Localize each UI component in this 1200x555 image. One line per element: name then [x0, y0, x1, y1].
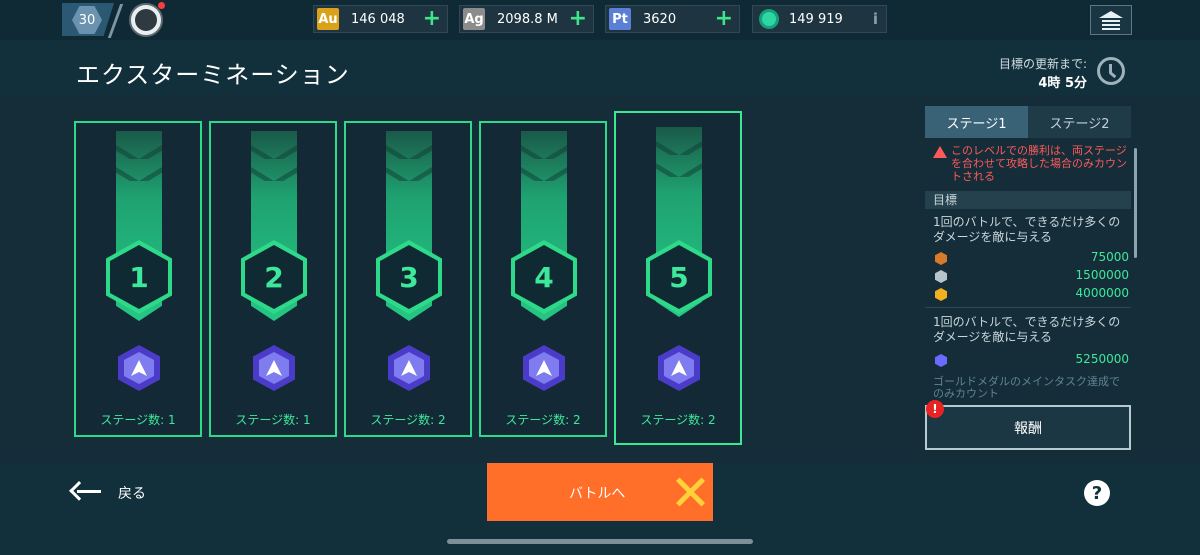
stage-count: ステージ数: 1: [100, 413, 176, 427]
clock-icon[interactable]: [1097, 57, 1125, 85]
silver-medal-icon: [935, 270, 947, 283]
medal-icon: [388, 345, 430, 391]
medal-icon: [118, 345, 160, 391]
help-button[interactable]: ?: [1084, 480, 1110, 506]
chevron-icon: [251, 167, 297, 181]
chevron-icon: [116, 145, 162, 159]
gold-medal-icon: [935, 288, 947, 301]
battle-label: バトルへ: [569, 486, 626, 502]
plus-icon[interactable]: +: [423, 8, 441, 30]
refresh-label: 目標の更新まで:: [998, 57, 1087, 71]
tier-row: 75000: [933, 250, 1129, 266]
stage-card-4[interactable]: 4 ステージ数: 2: [479, 121, 607, 437]
platinum-medal-icon: [935, 354, 947, 367]
back-arrow-icon[interactable]: [69, 478, 102, 506]
gold-value: 146 048: [351, 11, 405, 27]
plus-icon[interactable]: +: [569, 8, 587, 30]
back-button[interactable]: 戻る: [118, 483, 146, 503]
objective-1-text: 1回のバトルで、できるだけ多くのダメージを敵に与える: [933, 215, 1121, 244]
objectives-panel[interactable]: このレベルでの勝利は、両ステージを合わせて攻略した場合のみカウントされる 目標 …: [925, 140, 1131, 398]
gold-icon: Au: [317, 8, 339, 30]
home-button[interactable]: [1090, 5, 1132, 35]
chevron-icon: [656, 163, 702, 177]
home-icon: [1099, 11, 1123, 30]
warning-text: このレベルでの勝利は、両ステージを合わせて攻略した場合のみカウントされる: [951, 144, 1127, 183]
stage-tabs: ステージ1 ステージ2: [925, 106, 1131, 138]
gem-icon: [759, 9, 779, 29]
reward-button[interactable]: 報酬: [925, 405, 1131, 450]
silver-icon: Ag: [463, 8, 485, 30]
chevron-icon: [116, 167, 162, 181]
crossed-swords-icon: [672, 474, 708, 510]
objective-2-text: 1回のバトルで、できるだけ多くのダメージを敵に与える: [933, 315, 1121, 344]
alert-icon: !: [926, 400, 944, 418]
tab-stage-2[interactable]: ステージ2: [1028, 106, 1131, 138]
tier-row: 5250000: [933, 352, 1129, 368]
notification-dot: [158, 2, 165, 9]
top-bar: [0, 0, 1200, 40]
stage-card-2[interactable]: 2 ステージ数: 1: [209, 121, 337, 437]
stage-count: ステージ数: 1: [235, 413, 311, 427]
gem-value: 149 919: [789, 11, 843, 27]
info-icon[interactable]: i: [873, 10, 878, 28]
platinum-value: 3620: [643, 11, 677, 27]
plus-icon[interactable]: +: [715, 8, 733, 30]
currency-au[interactable]: Au 146 048 +: [313, 5, 448, 33]
divider: [925, 307, 1131, 308]
bronze-medal-icon: [935, 252, 947, 265]
medal-icon: [253, 345, 295, 391]
stage-card-5[interactable]: 5 ステージ数: 2: [614, 111, 742, 445]
tier-value: 5250000: [1075, 352, 1129, 366]
platinum-icon: Pt: [609, 8, 631, 30]
home-indicator[interactable]: [447, 539, 753, 544]
tier-value: 4000000: [1075, 286, 1129, 300]
currency-ag[interactable]: Ag 2098.8 M +: [459, 5, 594, 33]
tier-row: 4000000: [933, 286, 1129, 302]
warning-message: このレベルでの勝利は、両ステージを合わせて攻略した場合のみカウントされる: [933, 144, 1128, 183]
tab-stage-1[interactable]: ステージ1: [925, 106, 1028, 138]
chevron-icon: [656, 141, 702, 155]
currency-pt[interactable]: Pt 3620 +: [605, 5, 740, 33]
silver-value: 2098.8 M: [497, 11, 558, 27]
refresh-timer: 4時 5分: [1038, 76, 1087, 91]
medal-icon: [523, 345, 565, 391]
chevron-icon: [386, 167, 432, 181]
chevron-icon: [521, 145, 567, 159]
stage-count: ステージ数: 2: [370, 413, 446, 427]
tier-row: 1500000: [933, 268, 1129, 284]
currency-gems[interactable]: 149 919 i: [752, 5, 887, 33]
stage-count: ステージ数: 2: [505, 413, 581, 427]
chevron-icon: [251, 145, 297, 159]
warning-icon: [933, 146, 947, 158]
rank-emblem-icon[interactable]: [129, 3, 163, 37]
stage-count: ステージ数: 2: [640, 413, 716, 427]
scrollbar[interactable]: [1134, 148, 1137, 258]
chevron-icon: [521, 167, 567, 181]
goal-header: 目標: [925, 191, 1131, 209]
chevron-icon: [386, 145, 432, 159]
stage-card-3[interactable]: 3 ステージ数: 2: [344, 121, 472, 437]
footnote: ゴールドメダルのメインタスク達成でのみカウント: [933, 375, 1120, 399]
stage-card-1[interactable]: 1 ステージ数: 1: [74, 121, 202, 437]
medal-icon: [658, 345, 700, 391]
tier-value: 75000: [1090, 250, 1129, 264]
page-title: エクスターミネーション: [76, 61, 350, 89]
tier-value: 1500000: [1075, 268, 1129, 282]
